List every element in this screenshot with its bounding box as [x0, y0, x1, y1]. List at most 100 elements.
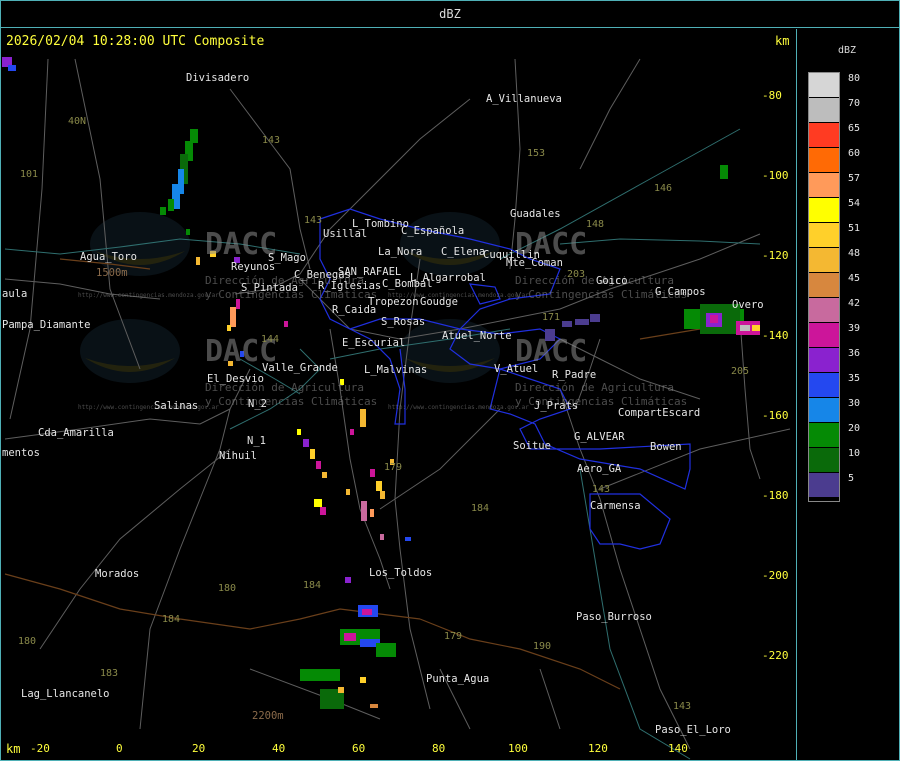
- place-label: N_1: [247, 435, 266, 447]
- legend-value: 45: [848, 273, 861, 284]
- place-label: Goudge: [420, 296, 458, 308]
- legend-value: 35: [848, 373, 861, 384]
- place-label: E_Escurial: [342, 337, 406, 349]
- legend-swatch: [809, 273, 839, 297]
- route-label: 184: [303, 580, 322, 591]
- legend-value: 80: [848, 73, 861, 84]
- place-label: C_Bombal: [382, 278, 433, 290]
- radar-map[interactable]: DACC DACC DACC DACC Dirección de Agricul…: [0, 29, 797, 761]
- route-label: 184: [162, 614, 181, 625]
- y-tick: -160: [762, 409, 789, 422]
- legend-swatch: [809, 198, 839, 222]
- route-label: 153: [527, 148, 546, 159]
- place-label: Valle_Grande: [262, 362, 338, 374]
- legend-value: 60: [848, 148, 861, 159]
- legend-value: 57: [848, 173, 861, 184]
- place-label: R_Iglesias: [318, 280, 382, 292]
- place-label: Soitue: [513, 440, 551, 452]
- x-tick: 100: [508, 742, 528, 755]
- route-label: 146: [654, 183, 673, 194]
- place-label: N_2: [248, 398, 267, 410]
- legend-swatch: [809, 98, 839, 122]
- route-label: 203: [567, 269, 586, 280]
- x-tick: 60: [352, 742, 366, 755]
- route-label: 184: [471, 503, 490, 514]
- place-label: La_Nora: [378, 246, 423, 258]
- legend-swatch: [809, 348, 839, 372]
- route-label: 205: [731, 366, 750, 377]
- place-label: R_Padre: [552, 369, 597, 381]
- legend-swatch: [809, 73, 839, 97]
- x-tick: 40: [272, 742, 286, 755]
- x-tick: 20: [192, 742, 206, 755]
- km-label-bottom: km: [6, 742, 21, 756]
- legend-value: 48: [848, 248, 861, 259]
- place-label: Punta_Agua: [426, 673, 490, 685]
- y-tick: -220: [762, 649, 789, 662]
- legend-swatch: [809, 398, 839, 422]
- place-label: C_Elena: [441, 246, 486, 258]
- place-label: mentos: [2, 447, 40, 459]
- place-label: Divisadero: [186, 72, 250, 84]
- legend-value: 54: [848, 198, 861, 209]
- x-tick: 120: [588, 742, 608, 755]
- place-label: Overo: [732, 299, 764, 311]
- legend-swatch: [809, 473, 839, 497]
- y-tick: -200: [762, 569, 789, 582]
- route-label: 144: [261, 334, 280, 345]
- place-label: Mte_Coman: [506, 257, 563, 269]
- route-label: 190: [533, 641, 552, 652]
- place-label: SAN_RAFAEL: [338, 266, 402, 278]
- route-label: 143: [304, 215, 323, 226]
- route-label: 143: [262, 135, 281, 146]
- place-label: Nihuil: [219, 450, 257, 462]
- place-label: Lag_Llancanelo: [21, 688, 110, 700]
- place-label: CompartEscard: [618, 407, 701, 419]
- place-label: Goico: [596, 275, 628, 287]
- place-label: L_Malvinas: [364, 364, 428, 376]
- route-label: 148: [586, 219, 605, 230]
- route-label: 143: [592, 484, 611, 495]
- timestamp-label: 2026/02/04 10:28:00 UTC Composite: [6, 34, 265, 49]
- legend-swatch: [809, 173, 839, 197]
- place-label: Agua_Toro: [80, 251, 137, 263]
- place-label: 2200m: [252, 710, 284, 722]
- y-tick: -180: [762, 489, 789, 502]
- place-label: R_Caida: [332, 304, 377, 316]
- place-label: S_Pintada: [241, 282, 298, 294]
- legend-swatch: [809, 373, 839, 397]
- y-tick: -80: [762, 89, 782, 102]
- legend-swatch: [809, 323, 839, 347]
- watermark-url: http://www.contingencias.mendoza.gov.ar: [388, 404, 529, 411]
- place-label: Aero_GA: [577, 463, 622, 475]
- route-label: 40N: [68, 116, 87, 127]
- legend-value: 39: [848, 323, 861, 334]
- place-label: Guadales: [510, 208, 561, 220]
- y-tick: -120: [762, 249, 789, 262]
- x-tick: -20: [30, 742, 50, 755]
- place-label: C_Española: [401, 225, 465, 237]
- place-label: S_Rosas: [381, 316, 426, 328]
- place-label: Salinas: [154, 400, 199, 412]
- place-label: G_Campos: [655, 286, 706, 298]
- legend-value: 5: [848, 473, 855, 484]
- place-label: aula: [2, 288, 28, 300]
- place-label: Pampa_Diamante: [2, 319, 91, 331]
- route-label: 143: [673, 701, 692, 712]
- place-label: Paso_El_Loro: [655, 724, 731, 736]
- place-label: S_Mago: [268, 252, 306, 264]
- dbz-legend: dBZ 80 70 65 60 57 54 51 48 45 42 39 36 35 30 20 10 5: [798, 29, 899, 761]
- legend-value: 42: [848, 298, 861, 309]
- legend-swatch: [809, 223, 839, 247]
- watermark-brand: DACC: [205, 227, 278, 262]
- place-label: El_Desvio: [207, 373, 264, 385]
- route-label: 180: [218, 583, 237, 594]
- route-label: 183: [100, 668, 119, 679]
- y-tick: -100: [762, 169, 789, 182]
- route-label: 179: [444, 631, 463, 642]
- watermark-line1: Dirección de Agricultura: [515, 381, 674, 394]
- place-label: Cda_Amarilla: [38, 427, 114, 439]
- legend-swatch: [809, 448, 839, 472]
- legend-swatch: [809, 298, 839, 322]
- place-label: Bowen: [650, 441, 682, 453]
